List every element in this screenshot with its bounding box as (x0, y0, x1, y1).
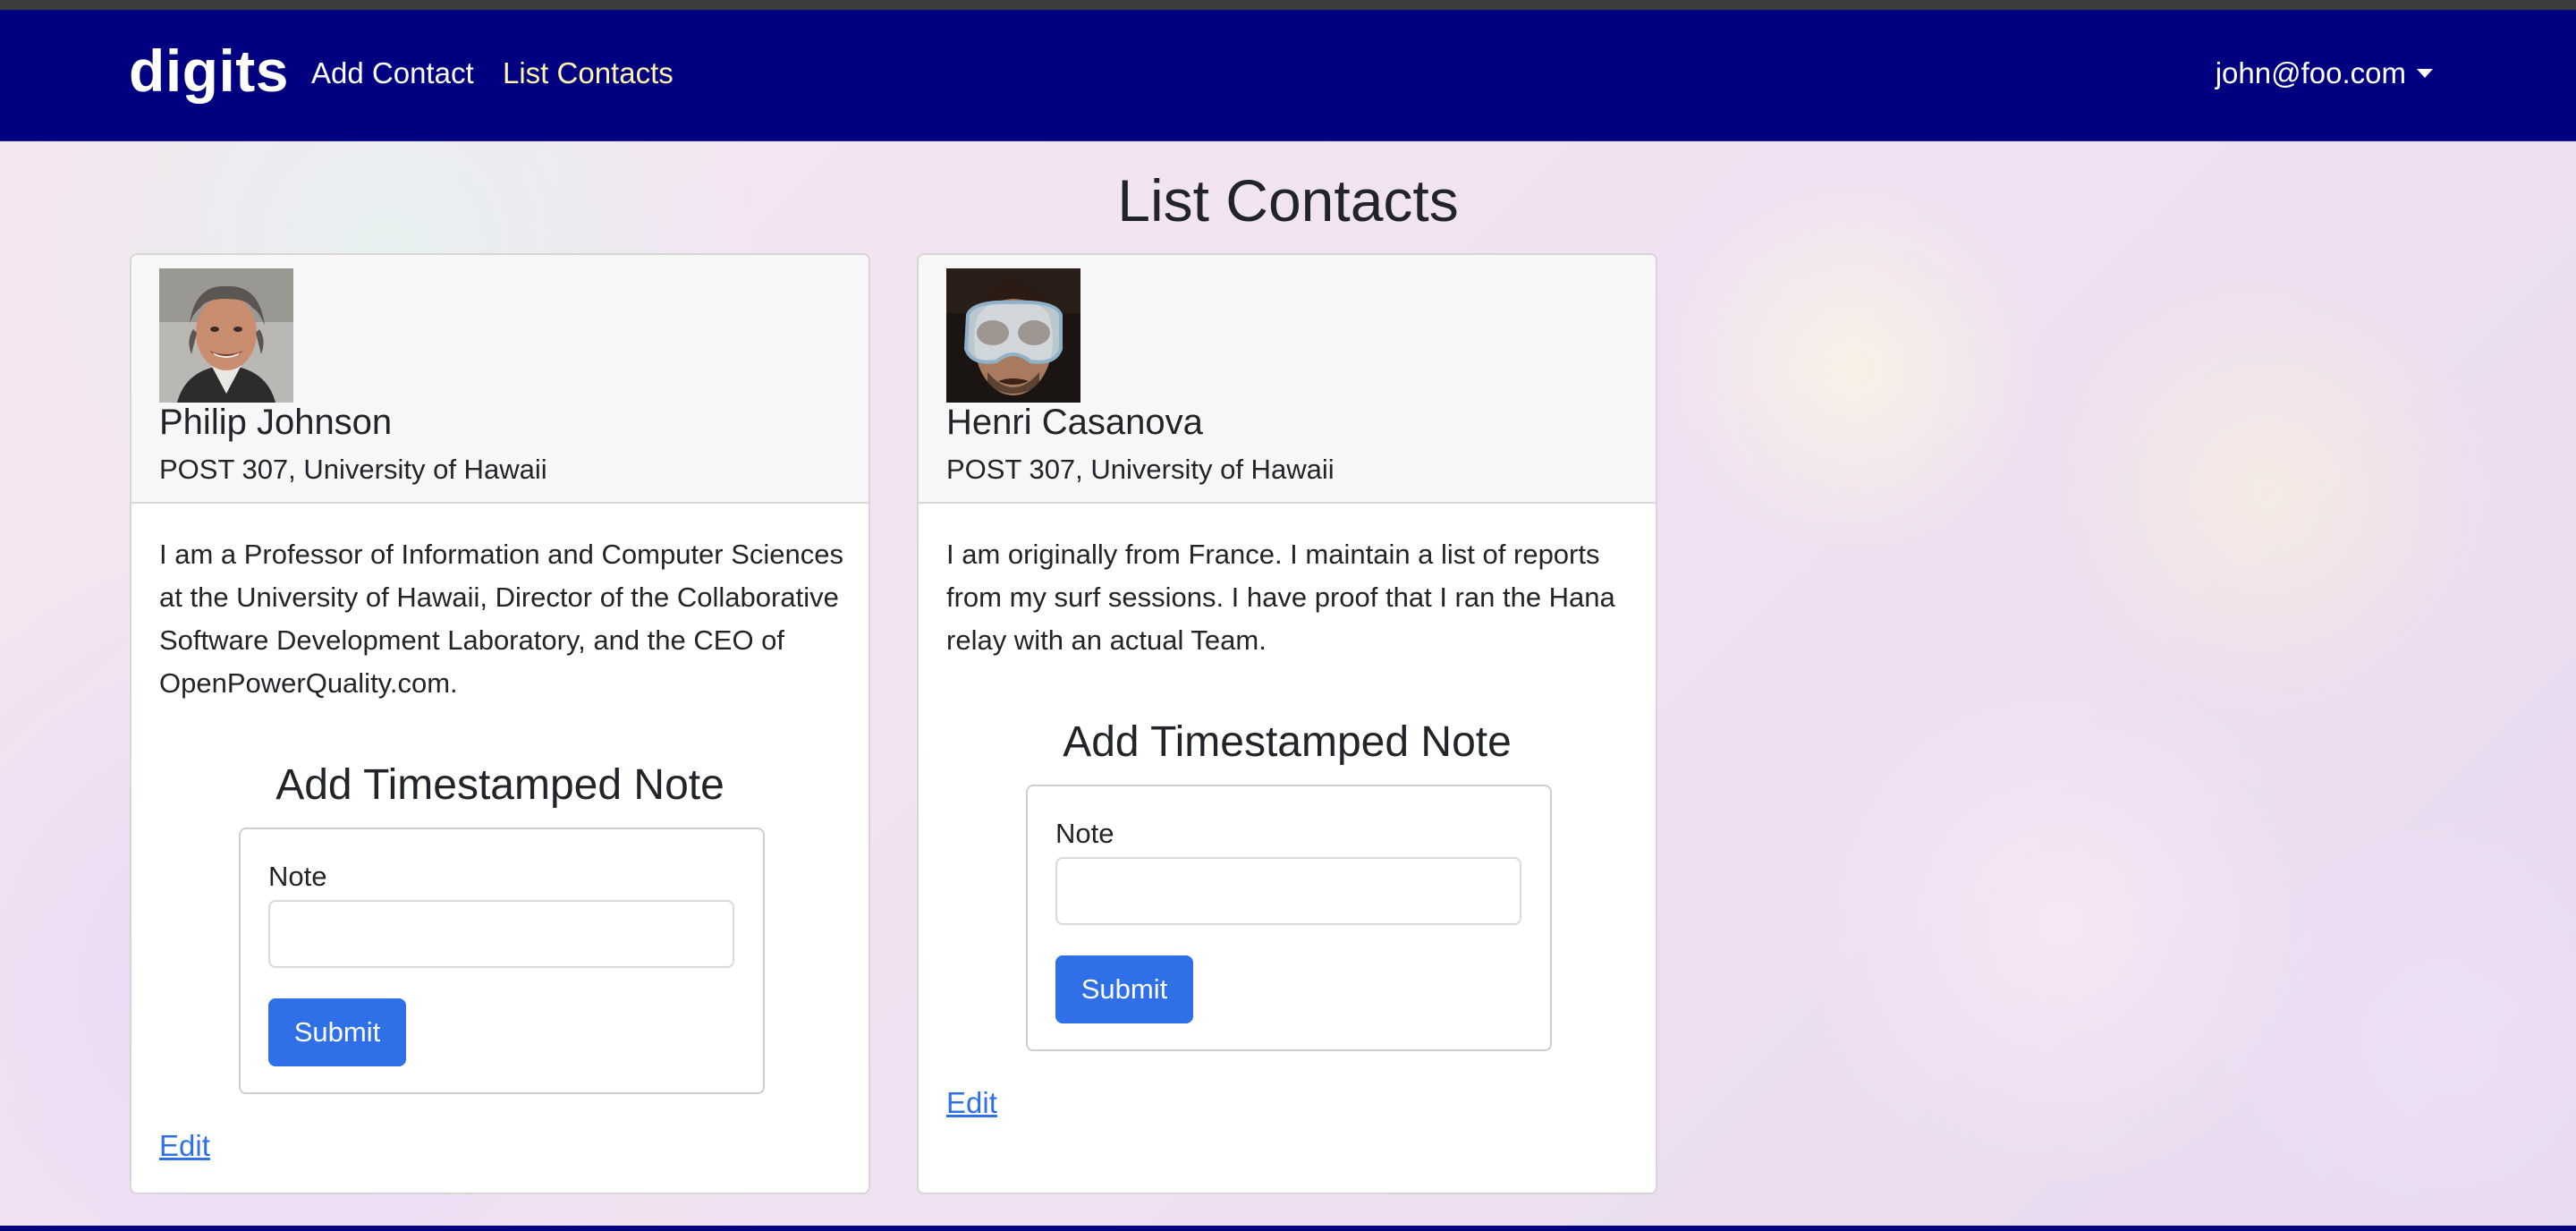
contact-address: POST 307, University of Hawaii (946, 454, 1335, 485)
contact-name: Philip Johnson (159, 403, 393, 442)
note-label: Note (1055, 818, 1114, 849)
user-email: john@foo.com (2215, 56, 2406, 89)
nav-list-contacts[interactable]: List Contacts (503, 56, 674, 90)
submit-button[interactable]: Submit (1055, 955, 1193, 1023)
contact-description: I am a Professor of Information and Comp… (159, 539, 844, 699)
avatar-photo-icon (946, 268, 1080, 403)
page-title: List Contacts (1117, 167, 1459, 233)
contact-card: Henri Casanova POST 307, University of H… (917, 253, 1657, 1194)
edit-link[interactable]: Edit (159, 1129, 210, 1163)
card-header: Henri Casanova POST 307, University of H… (919, 255, 1656, 504)
window-top-strip (0, 0, 2576, 10)
card-header: Philip Johnson POST 307, University of H… (131, 255, 869, 504)
chevron-down-icon (2417, 69, 2433, 78)
avatar (946, 268, 1080, 403)
contact-description: I am originally from France. I maintain … (946, 539, 1615, 656)
contact-card: Philip Johnson POST 307, University of H… (130, 253, 870, 1194)
brand-logo[interactable]: digits (129, 37, 289, 105)
note-form: Note Submit (1026, 785, 1552, 1051)
avatar (159, 268, 293, 403)
add-note-title: Add Timestamped Note (275, 761, 724, 809)
note-form: Note Submit (239, 828, 765, 1094)
avatar-photo-icon (159, 268, 293, 403)
user-dropdown[interactable]: john@foo.com (2216, 56, 2433, 90)
note-input[interactable] (268, 900, 734, 968)
contact-name: Henri Casanova (946, 403, 1203, 442)
navbar: digits Add Contact List Contacts john@fo… (0, 10, 2576, 141)
nav-add-contact[interactable]: Add Contact (311, 56, 474, 90)
submit-button[interactable]: Submit (268, 998, 406, 1066)
contact-address: POST 307, University of Hawaii (159, 454, 547, 485)
note-input[interactable] (1055, 857, 1521, 925)
edit-link[interactable]: Edit (946, 1086, 997, 1120)
note-label: Note (268, 861, 327, 892)
add-note-title: Add Timestamped Note (1063, 718, 1512, 766)
bottom-strip (0, 1226, 2576, 1231)
